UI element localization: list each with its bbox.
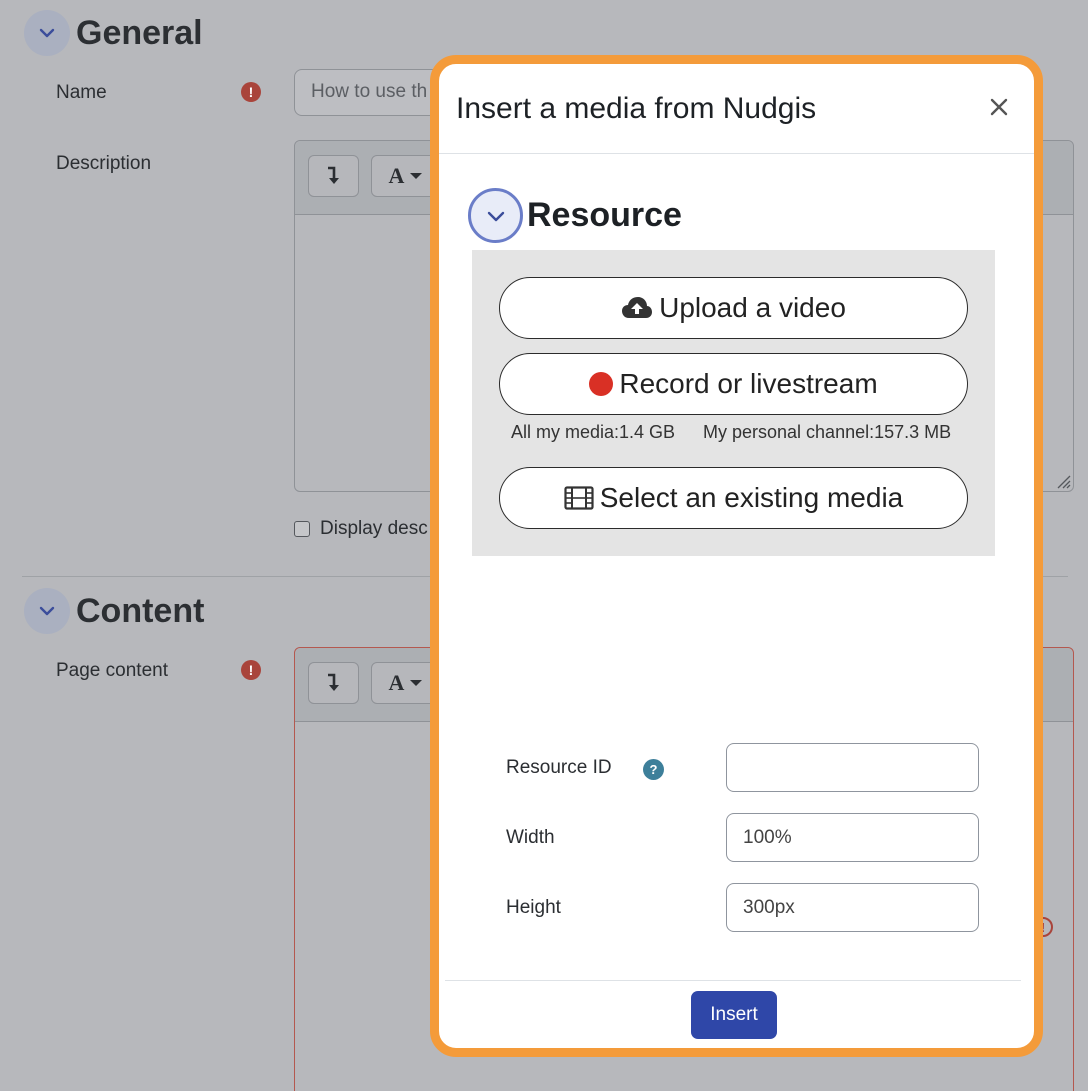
close-button[interactable]: [984, 92, 1014, 122]
select-existing-media-button[interactable]: Select an existing media: [499, 467, 968, 529]
help-icon[interactable]: ?: [643, 759, 664, 780]
height-input[interactable]: [726, 883, 979, 932]
width-input[interactable]: [726, 813, 979, 862]
caret-down-icon: [410, 173, 423, 179]
resource-id-input[interactable]: [726, 743, 979, 792]
text-style-icon: A: [388, 670, 405, 695]
arrow-down-turn-icon: [327, 673, 339, 691]
film-icon: [564, 486, 594, 510]
required-icon: !: [241, 82, 261, 102]
all-media-quota: All my media:1.4 GB: [511, 422, 676, 442]
modal-title: Insert a media from Nudgis: [456, 91, 817, 125]
personal-channel-quota: My personal channel:157.3 MB: [703, 422, 952, 442]
section-general-header: General: [24, 10, 203, 56]
required-icon: !: [241, 660, 261, 680]
chevron-down-icon: [39, 28, 55, 38]
chevron-down-icon: [39, 606, 55, 616]
collapse-content-button[interactable]: [24, 588, 70, 634]
modal-header: Insert a media from Nudgis: [439, 64, 1034, 154]
arrow-down-turn-icon: [327, 166, 339, 184]
collapse-general-button[interactable]: [24, 10, 70, 56]
description-label: Description: [56, 153, 152, 174]
upload-video-label: Upload a video: [659, 292, 846, 323]
section-content-title: Content: [76, 591, 205, 630]
modal-footer-divider: [445, 980, 1021, 981]
width-label: Width: [506, 827, 555, 848]
record-livestream-label: Record or livestream: [619, 368, 878, 399]
chevron-down-icon: [487, 211, 504, 221]
resource-section-header: Resource: [468, 188, 682, 243]
resize-handle-icon[interactable]: [1053, 471, 1071, 489]
name-label: Name: [56, 82, 107, 103]
display-description-row: Display desc: [294, 518, 428, 540]
display-description-checkbox[interactable]: [294, 521, 310, 537]
text-style-icon: A: [388, 163, 405, 188]
record-icon: [589, 372, 614, 396]
resource-id-label: Resource ID: [506, 757, 612, 778]
cloud-upload-icon: [621, 296, 653, 320]
height-label: Height: [506, 897, 561, 918]
section-content-header: Content: [24, 588, 204, 634]
page-content-label: Page content: [56, 660, 168, 681]
upload-video-button[interactable]: Upload a video: [499, 277, 968, 339]
close-icon: [990, 98, 1008, 116]
resource-panel: Upload a video Record or livestream All …: [472, 250, 995, 556]
record-livestream-button[interactable]: Record or livestream: [499, 353, 968, 415]
section-general-title: General: [76, 13, 203, 52]
toolbar-toggle-button[interactable]: [308, 662, 359, 704]
insert-media-modal: Insert a media from Nudgis Resource Uplo…: [430, 55, 1043, 1057]
collapse-resource-button[interactable]: [468, 188, 523, 243]
insert-button[interactable]: Insert: [691, 991, 777, 1039]
toolbar-toggle-button[interactable]: [308, 155, 359, 197]
resource-title: Resource: [527, 196, 682, 234]
display-description-label: Display desc: [320, 518, 428, 539]
caret-down-icon: [410, 680, 423, 686]
select-existing-media-label: Select an existing media: [599, 482, 904, 513]
